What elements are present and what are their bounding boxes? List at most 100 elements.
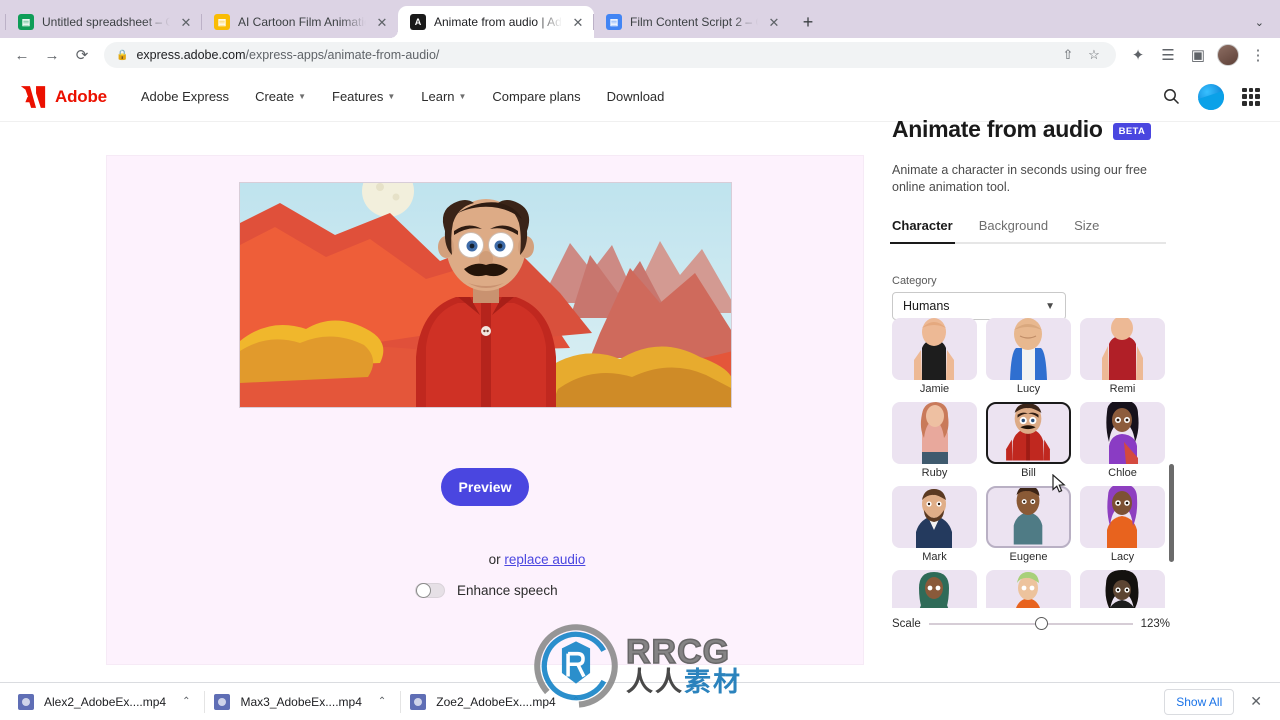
rrcg-cn-part2: 素材: [684, 666, 742, 697]
character-art: [1016, 572, 1040, 608]
character-art: [1013, 488, 1043, 545]
profile-avatar[interactable]: [1214, 41, 1242, 69]
character-card-remi[interactable]: Remi: [1080, 318, 1165, 395]
replace-audio-row: or replace audio: [437, 552, 637, 567]
character-art: [1010, 318, 1047, 380]
tab-character[interactable]: Character: [890, 218, 955, 244]
character-preview-video[interactable]: [239, 182, 732, 408]
character-grid-scrollbar-track[interactable]: [1169, 314, 1174, 610]
preview-artwork: [240, 183, 731, 407]
browser-menu-icon[interactable]: ⋮: [1244, 41, 1272, 69]
share-icon[interactable]: ⇧: [1056, 43, 1080, 67]
mouse-cursor-icon: [1052, 474, 1066, 493]
tab-close-icon[interactable]: ✕: [374, 14, 390, 30]
browser-toolbar: ← → ⟳ 🔒 express.adobe.com/express-apps/a…: [0, 38, 1280, 72]
download-item-2[interactable]: Max3_AdobeEx....mp4 ⌃: [204, 683, 400, 720]
bookmark-star-icon[interactable]: ☆: [1082, 43, 1106, 67]
chevron-up-icon[interactable]: ⌃: [378, 696, 386, 707]
replace-audio-link[interactable]: replace audio: [504, 552, 585, 567]
replace-prefix: or: [488, 552, 505, 567]
lock-icon: 🔒: [116, 49, 129, 61]
sheets-icon: ▤: [18, 14, 34, 30]
character-card-row4-2[interactable]: [986, 570, 1071, 608]
back-icon[interactable]: ←: [8, 41, 36, 69]
character-card-eugene[interactable]: Eugene: [986, 486, 1071, 563]
tab-close-icon[interactable]: ✕: [178, 14, 194, 30]
toggle-knob: [416, 583, 431, 598]
canvas-card: Preview or replace audio Enhance speech: [107, 156, 863, 664]
adobe-global-nav: Adobe Adobe Express Create ▼ Features ▼ Le…: [0, 72, 1280, 122]
nav-item-learn[interactable]: Learn ▼: [421, 89, 466, 104]
character-grid-scroll[interactable]: Jamie Lucy Remi Ruby Bill Chloe Mark Eug…: [892, 318, 1170, 608]
character-grid-scrollbar-thumb[interactable]: [1169, 464, 1174, 562]
chevron-down-icon[interactable]: ⌄: [1245, 16, 1274, 29]
side-panel-icon[interactable]: ▣: [1184, 41, 1212, 69]
category-select[interactable]: Humans ▼: [892, 292, 1066, 320]
download-filename: Max3_AdobeEx....mp4: [240, 694, 362, 709]
url-path: /express-apps/animate-from-audio/: [245, 48, 440, 62]
character-art: [1107, 486, 1138, 548]
search-icon[interactable]: [1163, 88, 1180, 105]
browser-tab-3-active[interactable]: A Animate from audio | Adobe Express ✕: [398, 6, 594, 38]
chevron-down-icon: ▼: [458, 92, 467, 101]
address-bar[interactable]: 🔒 express.adobe.com/express-apps/animate…: [104, 42, 1116, 68]
character-thumbnail: [986, 486, 1071, 548]
avatar: [1217, 44, 1239, 66]
character-thumbnail: [986, 402, 1071, 464]
scale-slider-knob[interactable]: [1034, 617, 1048, 630]
scale-slider-track[interactable]: [928, 617, 1133, 630]
rrcg-brand-cn: 人人素材: [626, 666, 742, 697]
chevron-up-icon[interactable]: ⌃: [182, 696, 190, 707]
download-item-1[interactable]: Alex2_AdobeEx....mp4 ⌃: [8, 683, 204, 720]
character-card-chloe[interactable]: Chloe: [1080, 402, 1165, 479]
forward-icon[interactable]: →: [38, 41, 66, 69]
enhance-speech-label: Enhance speech: [457, 583, 558, 598]
character-thumbnail: [892, 402, 977, 464]
panel-tabs: Character Background Size: [890, 218, 1166, 244]
browser-tab-4[interactable]: ▤ Film Content Script 2 – Google Docs ✕: [593, 6, 790, 38]
character-card-mark[interactable]: Mark: [892, 486, 977, 563]
tab-close-icon[interactable]: ✕: [766, 14, 782, 30]
nav-label: Download: [606, 89, 665, 104]
rrcg-wordmark: RRCG 人人素材: [625, 634, 742, 697]
character-card-row4-3[interactable]: [1080, 570, 1165, 608]
enhance-speech-toggle[interactable]: [415, 583, 445, 598]
tab-size[interactable]: Size: [1074, 218, 1099, 242]
extensions-puzzle-icon[interactable]: ✦: [1124, 41, 1152, 69]
options-panel: Animate from audio BETA Animate a charac…: [890, 116, 1280, 682]
url-text: express.adobe.com/express-apps/animate-f…: [136, 48, 1048, 62]
slides-icon: ▤: [214, 14, 230, 30]
scale-value: 123%: [1140, 618, 1170, 630]
character-thumbnail: [1080, 486, 1165, 548]
panel-subtitle: Animate a character in seconds using our…: [892, 163, 1147, 194]
character-card-lucy[interactable]: Lucy: [986, 318, 1071, 395]
app-grid-icon[interactable]: [1242, 87, 1260, 106]
browser-window: ▤ Untitled spreadsheet – Google Sheets ✕…: [0, 0, 1280, 720]
reading-list-icon[interactable]: ☰: [1154, 41, 1182, 69]
nav-item-features[interactable]: Features ▼: [332, 89, 395, 104]
tab-background[interactable]: Background: [979, 218, 1048, 242]
character-art: [919, 572, 949, 608]
character-card-row4-1[interactable]: [892, 570, 977, 608]
user-avatar[interactable]: [1198, 83, 1224, 110]
character-name: Ruby: [921, 467, 948, 479]
nav-item-create[interactable]: Create ▼: [255, 89, 306, 104]
tab-close-icon[interactable]: ✕: [570, 14, 586, 30]
browser-tab-1[interactable]: ▤ Untitled spreadsheet – Google Sheets ✕: [5, 6, 202, 38]
nav-item-compare-plans[interactable]: Compare plans: [492, 89, 580, 104]
character-card-lacy[interactable]: Lacy: [1080, 486, 1165, 563]
character-card-ruby[interactable]: Ruby: [892, 402, 977, 479]
preview-button[interactable]: Preview: [441, 468, 529, 506]
new-tab-button[interactable]: +: [794, 8, 822, 36]
scale-control: Scale 123%: [892, 617, 1170, 630]
enhance-speech-row: Enhance speech: [415, 583, 558, 598]
character-card-jamie[interactable]: Jamie: [892, 318, 977, 395]
adobe-logo[interactable]: Adobe: [20, 85, 107, 109]
nav-item-download[interactable]: Download: [607, 89, 665, 104]
browser-tab-2[interactable]: ▤ AI Cartoon Film Animation – Go... ✕: [201, 6, 398, 38]
character-card-bill[interactable]: Bill: [986, 402, 1071, 479]
close-icon[interactable]: ✕: [1246, 693, 1266, 710]
nav-item-adobe-express[interactable]: Adobe Express: [141, 89, 229, 104]
reload-icon[interactable]: ⟳: [68, 41, 96, 69]
show-all-downloads-button[interactable]: Show All: [1164, 688, 1235, 715]
